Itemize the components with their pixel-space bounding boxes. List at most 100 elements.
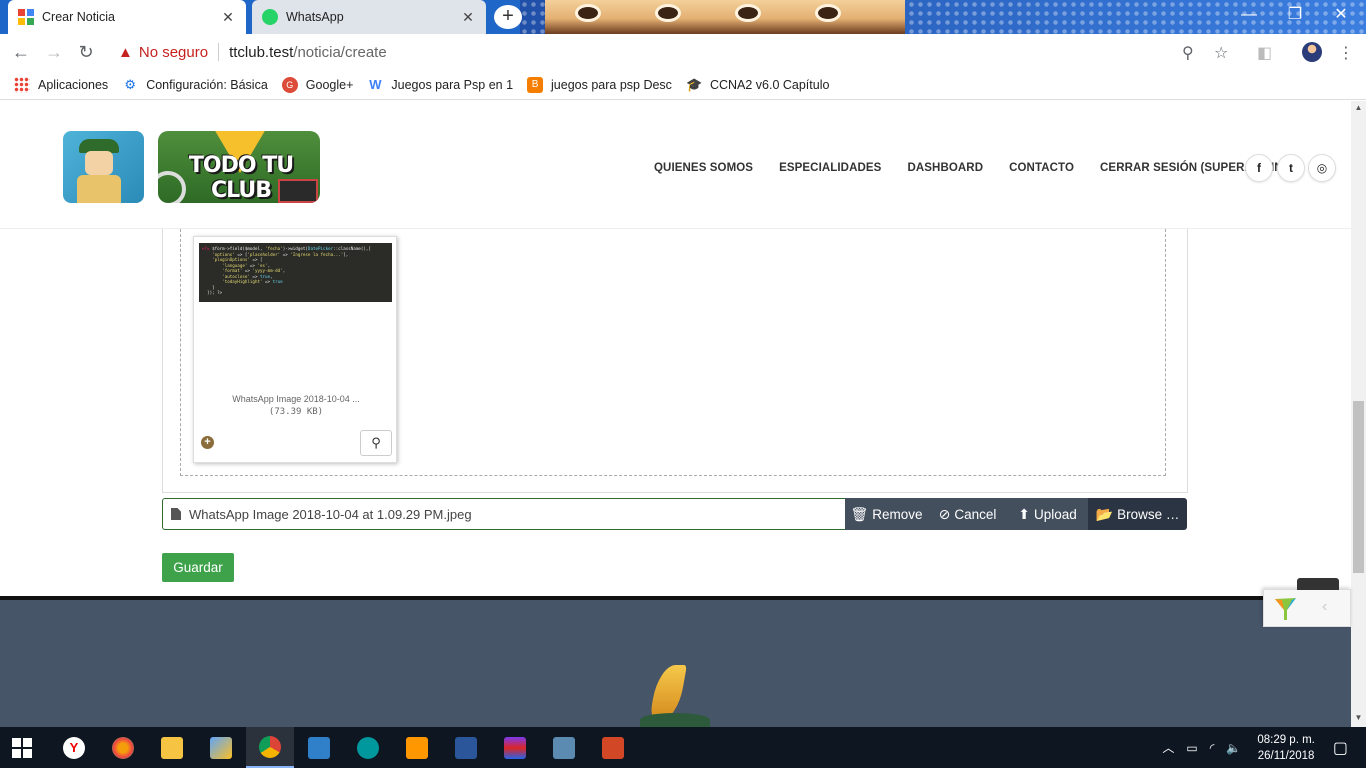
chevron-up-icon[interactable]: ︿ [1162, 739, 1174, 756]
notifications-icon[interactable]: ▢ [1333, 738, 1348, 758]
scroll-down-icon[interactable]: ▼ [1351, 713, 1366, 722]
folder-open-icon: 📂 [1095, 505, 1114, 522]
tab-crear-noticia[interactable]: Crear Noticia ✕ [8, 0, 246, 34]
blogger-icon: B [527, 76, 544, 93]
close-window-button[interactable]: ✕ [1318, 0, 1364, 30]
tab-whatsapp[interactable]: WhatsApp ✕ [252, 0, 486, 34]
page-scrollbar[interactable]: ▲ ▼ [1351, 101, 1366, 727]
profile-avatar[interactable] [1302, 42, 1322, 62]
zoom-preview-button[interactable]: ⚲ [360, 430, 392, 456]
facebook-icon[interactable]: f [1245, 154, 1273, 182]
word-icon[interactable] [442, 727, 490, 768]
forward-arrow-icon[interactable]: → [43, 41, 65, 63]
yii-debug-toolbar[interactable]: ‹ [1263, 578, 1351, 627]
chrome-icon[interactable] [246, 727, 294, 768]
remove-button[interactable]: 🗑 Remove [845, 498, 928, 530]
file-caption-name: WhatsApp Image 2018-10-04 at 1.09.29 PM.… [189, 506, 472, 522]
arduino-icon[interactable] [344, 727, 392, 768]
file-caption-field[interactable]: WhatsApp Image 2018-10-04 at 1.09.29 PM.… [162, 498, 845, 530]
todo-tu-club-logo[interactable]: TODO TU CLUB [158, 131, 320, 203]
browse-button[interactable]: 📂 Browse … [1088, 498, 1187, 530]
close-tab-icon[interactable]: ✕ [460, 9, 476, 26]
upload-label: Upload [1033, 506, 1077, 522]
battery-icon[interactable]: ▭ [1186, 741, 1197, 755]
apps-grid-icon [14, 76, 30, 93]
chevron-left-icon[interactable]: ‹ [1322, 598, 1327, 616]
sublime-text-icon[interactable] [393, 727, 441, 768]
packet-tracer-icon[interactable] [540, 727, 588, 768]
clock-date: 26/11/2018 [1257, 749, 1315, 762]
whatsapp-icon [262, 9, 278, 25]
bookmark-label: Google+ [305, 77, 354, 92]
bookmarks-bar: Aplicaciones ⚙ Configuración: Básica G G… [0, 70, 1366, 100]
scrollbar-thumb[interactable] [1353, 401, 1364, 573]
twitter-icon[interactable]: t [1277, 154, 1305, 182]
main-navigation: QUIENES SOMOS ESPECIALIDADES DASHBOARD C… [654, 162, 1313, 174]
site-favicon-icon [18, 9, 34, 25]
browse-label: Browse … [1117, 506, 1180, 522]
cancel-button[interactable]: ⊘ Cancel [928, 498, 1007, 530]
nav-quienes-somos[interactable]: QUIENES SOMOS [654, 162, 753, 174]
back-arrow-icon[interactable]: ← [10, 41, 32, 63]
control-panel-icon[interactable] [197, 727, 245, 768]
upload-button[interactable]: ⬆ Upload [1007, 498, 1088, 530]
bookmark-configuracion[interactable]: ⚙ Configuración: Básica [122, 76, 268, 93]
trash-icon: 🗑 [850, 505, 869, 522]
menu-dots-icon[interactable]: ⋮ [1338, 43, 1354, 63]
minimize-button[interactable]: — [1226, 0, 1272, 30]
scout-logo[interactable] [63, 131, 144, 203]
bookmark-label: CCNA2 v6.0 Capítulo [709, 77, 830, 92]
debug-toolbar-tab[interactable] [1297, 578, 1339, 590]
ban-circle-icon: ⊘ [938, 505, 951, 522]
windows-start-icon[interactable] [12, 738, 32, 758]
remove-label: Remove [872, 506, 923, 522]
reload-icon[interactable]: ↻ [75, 41, 97, 63]
bookmark-label: Juegos para Psp en 1 [391, 77, 514, 92]
file-explorer-icon[interactable] [148, 727, 196, 768]
file-preview-thumbnail: <?= $form->field($model, 'fecha')->widge… [193, 236, 397, 463]
wifi-icon[interactable]: ◜ [1210, 741, 1215, 755]
restore-button[interactable]: ❐ [1272, 0, 1318, 30]
bookmark-juegos-psp-desc[interactable]: B juegos para psp Desc [527, 76, 672, 93]
nav-contacto[interactable]: CONTACTO [1009, 162, 1074, 174]
extension-icon[interactable]: ◧ [1257, 43, 1272, 63]
powerpoint-icon[interactable] [589, 727, 637, 768]
bookmark-ccna2[interactable]: 🎓 CCNA2 v6.0 Capítulo [686, 77, 830, 93]
close-tab-icon[interactable]: ✕ [220, 9, 236, 26]
bookmark-star-icon[interactable]: ☆ [1214, 43, 1228, 63]
preview-image: <?= $form->field($model, 'fecha')->widge… [199, 243, 392, 302]
system-tray: ︿ ▭ ◜ 🔈 08:29 p. m. 26/11/2018 ▢ [1156, 727, 1366, 768]
browser-tab-strip: Crear Noticia ✕ WhatsApp ✕ + — ❐ ✕ [0, 0, 1366, 34]
scroll-up-icon[interactable]: ▲ [1351, 103, 1366, 112]
bookmark-apps[interactable]: Aplicaciones [14, 76, 108, 93]
bookmark-google-plus[interactable]: G Google+ [281, 76, 354, 93]
nav-dashboard[interactable]: DASHBOARD [907, 162, 983, 174]
bookmark-label: Configuración: Básica [146, 77, 268, 92]
google-plus-icon: G [281, 76, 298, 93]
upload-circle-icon: ⬆ [1018, 505, 1030, 522]
gear-icon: ⚙ [124, 76, 137, 92]
wikipedia-icon: W [369, 76, 382, 92]
omnibox[interactable]: ▲ No seguro ttclub.test/noticia/create [108, 37, 1208, 67]
security-status[interactable]: No seguro [139, 44, 208, 61]
virtualbox-icon[interactable] [295, 727, 343, 768]
save-button[interactable]: Guardar [162, 553, 234, 582]
volume-icon[interactable]: 🔈 [1226, 741, 1241, 755]
yii-logo-icon [1275, 598, 1296, 620]
church-flame-logo [640, 665, 710, 727]
nav-especialidades[interactable]: ESPECIALIDADES [779, 162, 881, 174]
warning-triangle-icon[interactable]: ▲ [118, 44, 133, 61]
instagram-icon[interactable]: ◎ [1308, 154, 1336, 182]
bookmark-juegos-psp[interactable]: W Juegos para Psp en 1 [367, 77, 513, 93]
winrar-icon[interactable] [491, 727, 539, 768]
yandex-browser-icon[interactable]: Y [50, 727, 98, 768]
drag-handle-icon[interactable]: + [201, 436, 214, 449]
clock[interactable]: 08:29 p. m. 26/11/2018 [1257, 732, 1315, 764]
url-text[interactable]: ttclub.test/noticia/create [229, 44, 387, 61]
bookmark-label: juegos para psp Desc [551, 77, 672, 92]
theme-artwork [545, 0, 905, 34]
new-tab-button[interactable]: + [494, 5, 522, 29]
photos-app-icon[interactable] [99, 727, 147, 768]
url-host: ttclub.test [229, 43, 294, 61]
zoom-icon[interactable]: ⚲ [1182, 43, 1194, 63]
